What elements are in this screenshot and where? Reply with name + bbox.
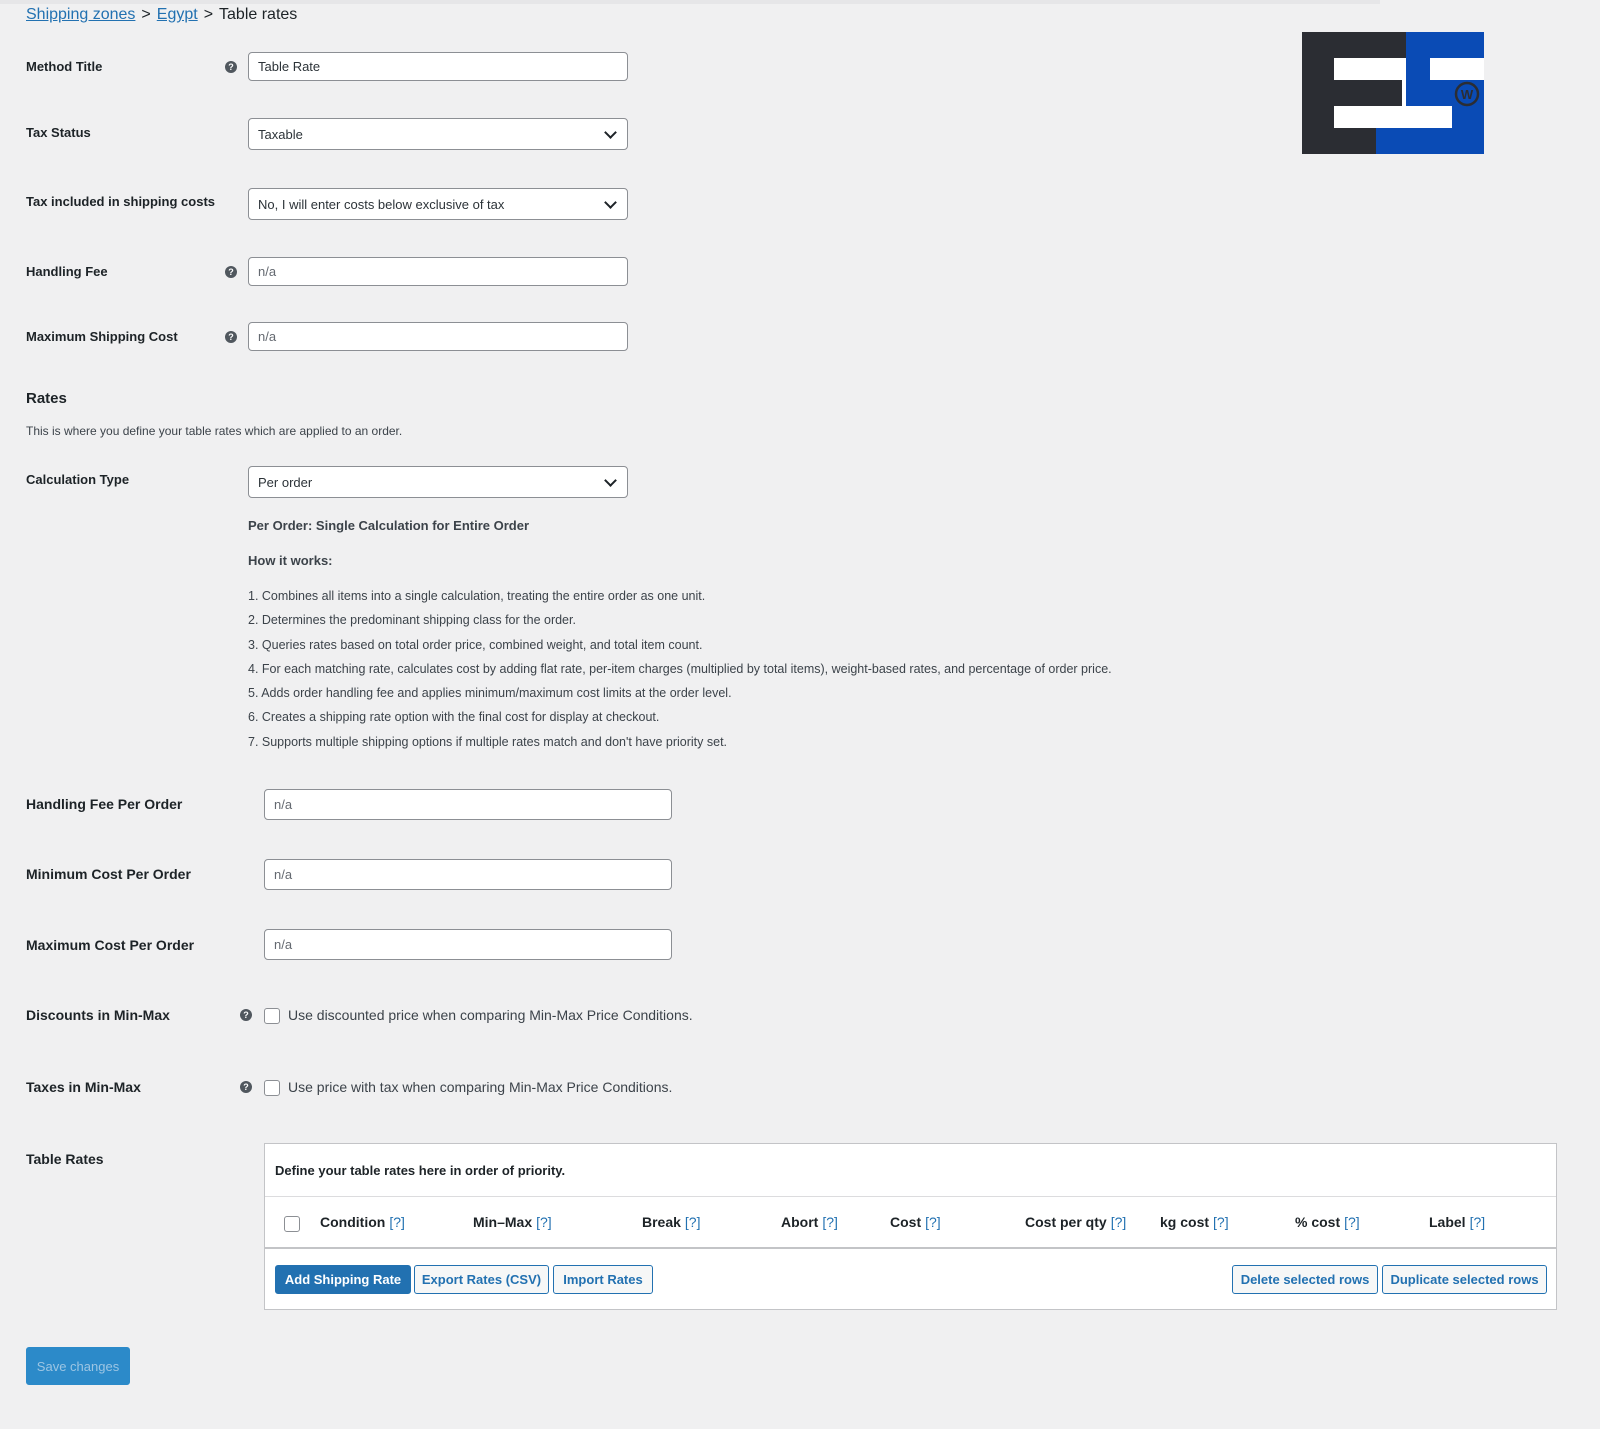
discounts-minmax-label: Discounts in Min-Max	[26, 1007, 170, 1023]
add-shipping-rate-button[interactable]: Add Shipping Rate	[275, 1265, 411, 1294]
method-title-label: Method Title	[26, 59, 103, 74]
export-rates-button[interactable]: Export Rates (CSV)	[414, 1265, 549, 1294]
max-cost-per-order-input[interactable]: n/a	[264, 929, 672, 960]
help-link[interactable]: [?]	[1344, 1214, 1360, 1230]
how-step: 6. Creates a shipping rate option with t…	[248, 710, 660, 725]
help-link[interactable]: [?]	[389, 1214, 405, 1230]
per-order-info-title: Per Order: Single Calculation for Entire…	[248, 518, 530, 533]
table-rates-intro: Define your table rates here in order of…	[275, 1163, 566, 1178]
logo-badge: W	[1461, 87, 1474, 102]
import-rates-button[interactable]: Import Rates	[553, 1265, 653, 1294]
how-step: 2. Determines the predominant shipping c…	[248, 613, 576, 628]
tax-status-value: Taxable	[258, 126, 303, 142]
chevron-down-icon	[604, 125, 617, 139]
min-cost-per-order-label: Minimum Cost Per Order	[26, 866, 191, 882]
handling-fee-label: Handling Fee	[26, 264, 108, 279]
divider	[265, 1247, 1556, 1249]
help-icon[interactable]: ?	[240, 1081, 252, 1093]
help-link[interactable]: [?]	[1111, 1214, 1127, 1230]
column-header-percent-cost: % cost [?]	[1295, 1214, 1360, 1230]
help-link[interactable]: [?]	[1470, 1214, 1486, 1230]
column-header-label: Label [?]	[1429, 1214, 1485, 1230]
chevron-down-icon	[604, 195, 617, 209]
column-title: Min–Max	[473, 1214, 533, 1230]
delete-selected-rows-button[interactable]: Delete selected rows	[1232, 1265, 1378, 1294]
column-header-cost: Cost [?]	[890, 1214, 941, 1230]
breadcrumb: Shipping zones > Egypt > Table rates	[26, 6, 297, 24]
how-step: 1. Combines all items into a single calc…	[248, 589, 706, 603]
method-title-input[interactable]: Table Rate	[248, 52, 628, 81]
help-icon[interactable]: ?	[225, 331, 237, 343]
rates-description: This is where you define your table rate…	[26, 424, 403, 438]
taxes-minmax-label: Taxes in Min-Max	[26, 1079, 141, 1095]
discounts-minmax-text: Use discounted price when comparing Min-…	[288, 1007, 693, 1023]
how-step: 5. Adds order handling fee and applies m…	[248, 686, 732, 701]
tax-status-label: Tax Status	[26, 125, 91, 140]
save-changes-button[interactable]: Save changes	[26, 1347, 130, 1385]
help-icon[interactable]: ?	[225, 61, 237, 73]
handling-fee-per-order-label: Handling Fee Per Order	[26, 796, 183, 812]
column-title: Cost	[890, 1214, 922, 1230]
rates-heading: Rates	[26, 390, 67, 407]
column-title: Label	[1429, 1214, 1466, 1230]
calculation-type-value: Per order	[258, 474, 313, 490]
tax-included-value: No, I will enter costs below exclusive o…	[258, 196, 505, 212]
help-link[interactable]: [?]	[1213, 1214, 1229, 1230]
column-title: kg cost	[1160, 1214, 1210, 1230]
top-border	[0, 0, 1380, 4]
column-header-kg-cost: kg cost [?]	[1160, 1214, 1229, 1230]
breadcrumb-current: Table rates	[219, 6, 298, 23]
breadcrumb-egypt[interactable]: Egypt	[157, 6, 198, 23]
table-rates-label: Table Rates	[26, 1151, 104, 1167]
help-icon[interactable]: ?	[225, 266, 237, 278]
column-header-abort: Abort [?]	[781, 1214, 838, 1230]
handling-fee-input[interactable]: n/a	[248, 257, 628, 286]
column-header-condition: Condition [?]	[320, 1214, 405, 1230]
breadcrumb-separator: >	[141, 6, 151, 23]
discounts-minmax-checkbox[interactable]	[264, 1008, 280, 1024]
calculation-type-label: Calculation Type	[26, 472, 130, 487]
max-shipping-cost-label: Maximum Shipping Cost	[26, 329, 178, 344]
column-title: Cost per qty	[1025, 1214, 1107, 1230]
breadcrumb-shipping-zones[interactable]: Shipping zones	[26, 6, 135, 23]
breadcrumb-separator: >	[203, 6, 214, 23]
column-header-break: Break [?]	[642, 1214, 701, 1230]
help-link[interactable]: [?]	[822, 1214, 838, 1230]
column-header-min-max: Min–Max [?]	[473, 1214, 552, 1230]
handling-fee-per-order-input[interactable]: n/a	[264, 789, 672, 820]
tax-status-select[interactable]: Taxable	[248, 118, 628, 150]
how-it-works-title: How it works:	[248, 553, 333, 568]
duplicate-selected-rows-button[interactable]: Duplicate selected rows	[1382, 1265, 1547, 1294]
calculation-type-select[interactable]: Per order	[248, 466, 628, 498]
help-link[interactable]: [?]	[536, 1214, 552, 1230]
how-step: 4. For each matching rate, calculates co…	[248, 661, 1112, 676]
tax-included-select[interactable]: No, I will enter costs below exclusive o…	[248, 188, 628, 220]
help-link[interactable]: [?]	[685, 1214, 701, 1230]
help-icon[interactable]: ?	[240, 1009, 252, 1021]
how-step: 7. Supports multiple shipping options if…	[248, 734, 728, 749]
min-cost-per-order-input[interactable]: n/a	[264, 859, 672, 890]
tax-included-label: Tax included in shipping costs	[26, 194, 216, 209]
column-title: Break	[642, 1214, 681, 1230]
taxes-minmax-text: Use price with tax when comparing Min-Ma…	[288, 1079, 673, 1095]
how-it-works-list: 1. Combines all items into a single calc…	[248, 586, 1112, 756]
divider	[265, 1196, 1556, 1197]
taxes-minmax-checkbox[interactable]	[264, 1080, 280, 1096]
chevron-down-icon	[604, 473, 617, 487]
column-title: % cost	[1295, 1214, 1341, 1230]
help-link[interactable]: [?]	[925, 1214, 941, 1230]
max-shipping-cost-input[interactable]: n/a	[248, 322, 628, 351]
column-title: Abort	[781, 1214, 819, 1230]
max-cost-per-order-label: Maximum Cost Per Order	[26, 937, 195, 953]
column-header-cost-per-qty: Cost per qty [?]	[1025, 1214, 1126, 1230]
select-all-checkbox[interactable]	[284, 1216, 300, 1232]
how-step: 3. Queries rates based on total order pr…	[248, 637, 703, 652]
eg-logo: W	[1302, 32, 1484, 154]
column-title: Condition	[320, 1214, 386, 1230]
